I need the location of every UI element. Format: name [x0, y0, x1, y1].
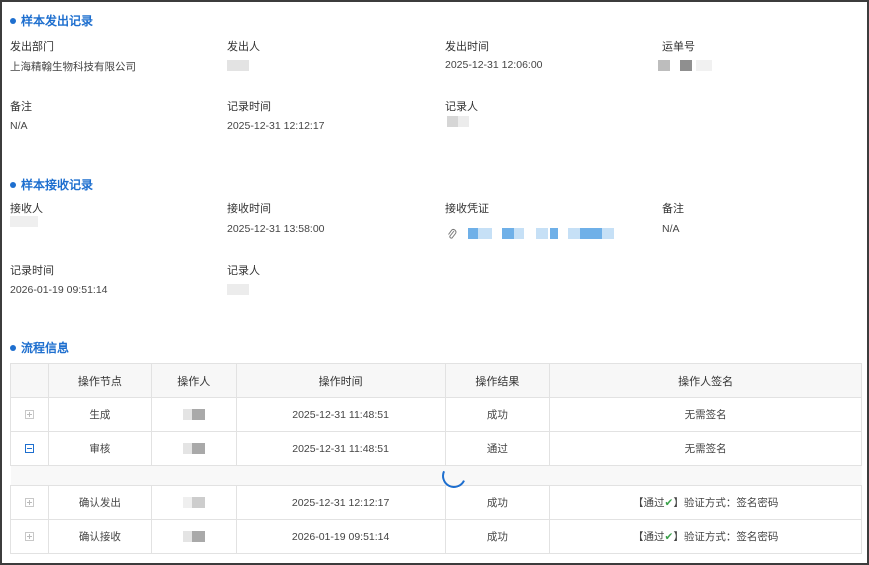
dispatch-recorder-redacted: [447, 116, 469, 127]
operator-redacted: [182, 531, 205, 543]
signature-suffix: 】验证方式：签名密码: [673, 531, 779, 543]
window-frame: 样本发出记录 发出部门 上海精翰生物科技有限公司 发出人 发出时间 2025-1…: [0, 0, 869, 565]
receive-recorder-label: 记录人: [227, 265, 260, 277]
row-signature: 无需签名: [549, 397, 862, 432]
dispatch-section-title: 样本发出记录: [10, 12, 93, 29]
plus-square-icon[interactable]: [24, 532, 34, 542]
signature-suffix: 】验证方式：签名密码: [673, 497, 779, 509]
receiver-label: 接收人: [10, 203, 43, 215]
paperclip-icon: [447, 228, 457, 243]
waybill-redacted-2: [680, 60, 692, 71]
operator-redacted: [182, 443, 205, 455]
row-time: 2026-01-19 09:51:14: [235, 519, 446, 554]
row-time: 2025-12-31 11:48:51: [235, 397, 446, 432]
minus-square-icon[interactable]: [24, 444, 34, 454]
dispatch-recorder-label: 记录人: [445, 101, 478, 113]
bullet-icon: [10, 17, 16, 24]
header-signature: 操作人签名: [549, 363, 862, 398]
flow-table: 操作节点 操作人 操作时间 操作结果 操作人签名 生成 2025-12-31 1…: [10, 363, 862, 554]
row-result: 通过: [444, 431, 551, 466]
receive-time-value: 2025-12-31 13:58:00: [227, 223, 325, 235]
receive-time-label: 接收时间: [227, 203, 271, 215]
bullet-icon: [10, 344, 16, 351]
row-result: 成功: [444, 485, 551, 520]
receive-remark-label: 备注: [662, 203, 684, 215]
signature-prefix: 【通过: [633, 531, 665, 543]
waybill-redacted-3: [696, 60, 712, 71]
dispatch-time-label: 发出时间: [445, 41, 489, 53]
voucher-attachment-link[interactable]: [468, 228, 616, 240]
row-node: 确认发出: [47, 485, 152, 520]
receive-record-time-label: 记录时间: [10, 265, 54, 277]
receive-title-text: 样本接收记录: [21, 178, 94, 192]
header-operator: 操作人: [150, 363, 237, 398]
check-icon: ✔: [664, 497, 674, 509]
operator-redacted: [182, 497, 205, 509]
row-signature: 【通过✔】验证方式：签名密码: [549, 485, 862, 520]
receive-recorder-redacted: [227, 284, 249, 295]
table-row: 生成 2025-12-31 11:48:51 成功 无需签名: [10, 397, 862, 432]
dispatch-title-text: 样本发出记录: [21, 14, 94, 28]
plus-square-icon[interactable]: [24, 498, 34, 508]
table-row: 确认发出 2025-12-31 12:12:17 成功 【通过✔】验证方式：签名…: [10, 485, 862, 520]
row-node: 审核: [47, 431, 152, 466]
receive-remark-value: N/A: [662, 223, 680, 235]
dispatch-record-time-label: 记录时间: [227, 101, 271, 113]
dispatch-time-value: 2025-12-31 12:06:00: [445, 59, 543, 71]
flow-title-text: 流程信息: [21, 341, 70, 355]
receive-section-title: 样本接收记录: [10, 176, 93, 193]
dispatch-remark-value: N/A: [10, 120, 28, 132]
sender-redacted: [227, 60, 249, 71]
table-row: 确认接收 2026-01-19 09:51:14 成功 【通过✔】验证方式：签名…: [10, 519, 862, 554]
check-icon: ✔: [664, 531, 674, 543]
header-time: 操作时间: [235, 363, 446, 398]
receiver-redacted: [10, 216, 38, 227]
header-result: 操作结果: [444, 363, 551, 398]
header-node: 操作节点: [47, 363, 152, 398]
row-time: 2025-12-31 12:12:17: [235, 485, 446, 520]
waybill-redacted-1: [658, 60, 670, 71]
row-node: 生成: [47, 397, 152, 432]
row-time: 2025-12-31 11:48:51: [235, 431, 446, 466]
flow-table-header: 操作节点 操作人 操作时间 操作结果 操作人签名: [10, 363, 862, 398]
bullet-icon: [10, 181, 16, 188]
header-expand: [10, 363, 49, 398]
dispatch-record-time-value: 2025-12-31 12:12:17: [227, 120, 325, 132]
voucher-label: 接收凭证: [445, 203, 489, 215]
operator-redacted: [182, 409, 205, 421]
signature-prefix: 【通过: [633, 497, 665, 509]
waybill-label: 运单号: [662, 41, 695, 53]
row-node: 确认接收: [47, 519, 152, 554]
expanded-detail-row: [10, 465, 862, 486]
table-row: 审核 2025-12-31 11:48:51 通过 无需签名: [10, 431, 862, 466]
dept-value: 上海精翰生物科技有限公司: [10, 61, 136, 73]
row-signature: 【通过✔】验证方式：签名密码: [549, 519, 862, 554]
dispatch-remark-label: 备注: [10, 101, 32, 113]
row-result: 成功: [444, 519, 551, 554]
row-result: 成功: [444, 397, 551, 432]
plus-square-icon[interactable]: [24, 410, 34, 420]
receive-record-time-value: 2026-01-19 09:51:14: [10, 284, 108, 296]
sender-label: 发出人: [227, 41, 260, 53]
dept-label: 发出部门: [10, 41, 54, 53]
flow-section-title: 流程信息: [10, 339, 69, 356]
row-signature: 无需签名: [549, 431, 862, 466]
